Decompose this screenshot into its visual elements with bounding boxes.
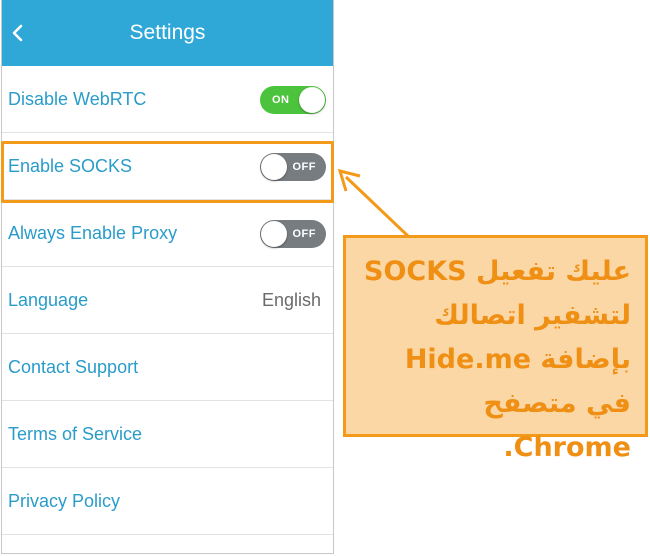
annotation-callout: عليك تفعيل SOCKS لتشفير اتصالك بإضافة Hi… xyxy=(343,235,648,463)
setting-label: Always Enable Proxy xyxy=(8,223,178,243)
settings-row-disable-webrtc: Disable WebRTC ON xyxy=(2,66,333,133)
setting-label: Privacy Policy xyxy=(8,491,121,511)
setting-label: Terms of Service xyxy=(8,424,143,444)
setting-label: Contact Support xyxy=(8,357,139,377)
always-enable-proxy-toggle[interactable]: OFF xyxy=(260,220,326,248)
setting-label: Disable WebRTC xyxy=(8,89,147,109)
settings-row-language[interactable]: Language English xyxy=(2,267,333,334)
settings-row-privacy-policy[interactable]: Privacy Policy xyxy=(2,468,333,535)
header-bar: Settings xyxy=(2,0,333,66)
toggle-state-label: ON xyxy=(272,94,290,106)
settings-row-contact-support[interactable]: Contact Support xyxy=(2,334,333,401)
settings-screen: Settings Disable WebRTC ON Enable SOCKS … xyxy=(1,0,334,554)
annotation-highlight-box xyxy=(1,141,334,203)
settings-row-always-enable-proxy: Always Enable Proxy OFF xyxy=(2,200,333,267)
settings-row-terms-of-service[interactable]: Terms of Service xyxy=(2,401,333,468)
settings-list: Disable WebRTC ON Enable SOCKS OFF Alway… xyxy=(2,66,333,535)
toggle-state-label: OFF xyxy=(292,228,316,240)
toggle-knob xyxy=(299,87,325,113)
setting-label: Language xyxy=(8,290,89,310)
page-title: Settings xyxy=(129,21,206,44)
toggle-knob xyxy=(261,221,287,247)
callout-text: عليك تفعيل SOCKS لتشفير اتصالك بإضافة Hi… xyxy=(364,256,631,463)
language-value: English xyxy=(261,290,321,310)
disable-webrtc-toggle[interactable]: ON xyxy=(260,86,326,114)
